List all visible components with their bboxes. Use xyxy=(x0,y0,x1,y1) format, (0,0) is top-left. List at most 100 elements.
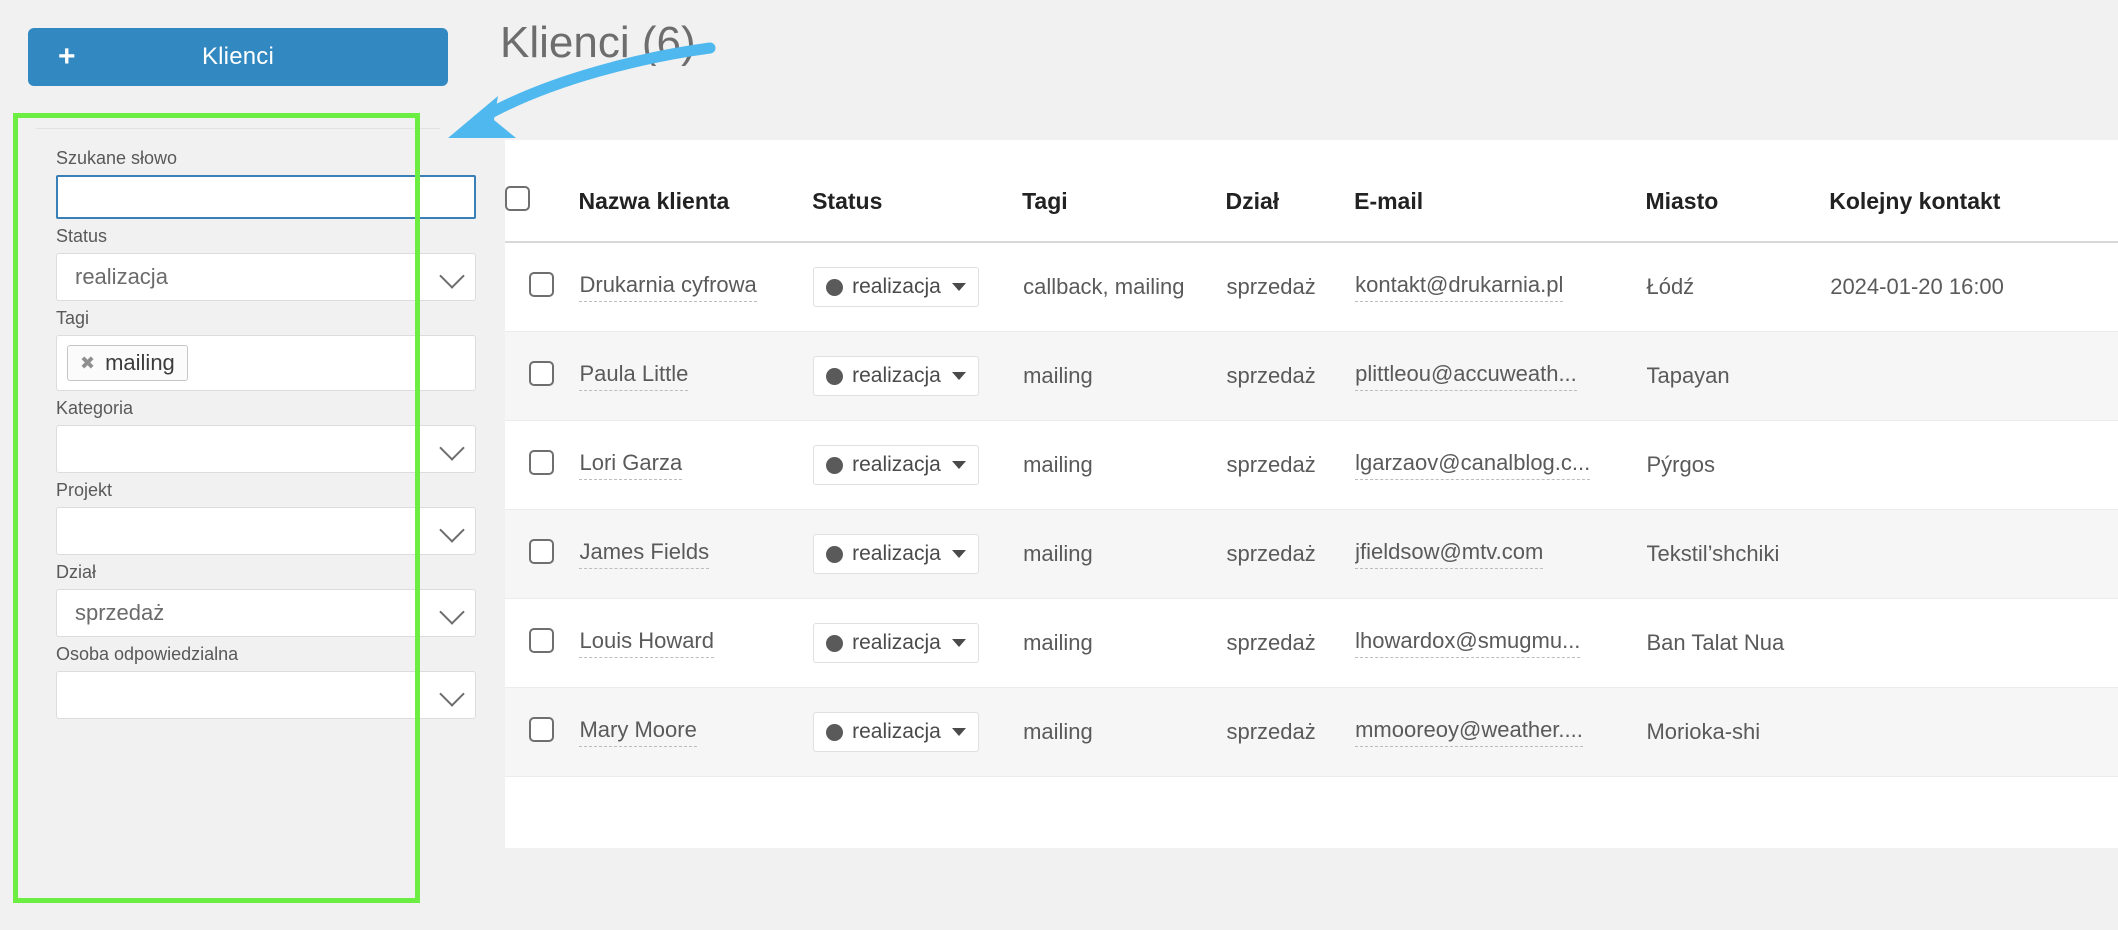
cell-next-contact xyxy=(1829,421,2118,510)
remove-tag-icon[interactable]: ✖ xyxy=(80,354,95,372)
tags-input[interactable]: ✖ mailing xyxy=(56,335,476,391)
category-select[interactable] xyxy=(56,425,476,473)
cell-status: realizacja xyxy=(812,332,1022,421)
status-dropdown[interactable]: realizacja xyxy=(813,445,979,485)
cell-tags: mailing xyxy=(1023,363,1093,388)
row-checkbox[interactable] xyxy=(529,538,554,564)
client-name-link[interactable]: Lori Garza xyxy=(579,450,683,480)
cell-department: sprzedaż xyxy=(1226,630,1316,655)
cell-next-contact xyxy=(1829,688,2118,777)
client-email-link[interactable]: jfieldsow@mtv.com xyxy=(1355,539,1544,569)
add-client-button[interactable]: + Klienci xyxy=(28,28,448,86)
table-row[interactable]: James Fields realizacja mailing sprzedaż jfi… xyxy=(505,509,2118,599)
cell-next-contact xyxy=(1829,599,2118,688)
chevron-down-icon xyxy=(439,517,465,543)
row-checkbox[interactable] xyxy=(529,716,554,742)
filters-sidebar: + Klienci Szukane słowo Status realizacj… xyxy=(28,28,476,721)
col-header-name[interactable]: Nazwa klienta xyxy=(578,140,812,242)
col-header-status[interactable]: Status xyxy=(812,140,1022,242)
row-checkbox[interactable] xyxy=(529,627,554,653)
client-email-link[interactable]: lgarzaov@canalblog.c... xyxy=(1355,450,1591,480)
responsible-person-select[interactable] xyxy=(56,671,476,719)
caret-down-icon xyxy=(951,550,966,558)
project-select[interactable] xyxy=(56,507,476,555)
cell-status: realizacja xyxy=(812,688,1022,777)
row-select-cell xyxy=(505,599,578,688)
col-header-next-contact[interactable]: Kolejny kontakt xyxy=(1829,140,2118,242)
cell-city: Tapayan xyxy=(1646,363,1730,388)
cell-tags: mailing xyxy=(1023,541,1093,566)
client-name-link[interactable]: Drukarnia cyfrowa xyxy=(579,272,757,302)
clients-table: Nazwa klienta Status Tagi Dział E-mail M… xyxy=(505,140,2118,777)
status-select[interactable]: realizacja xyxy=(56,253,476,301)
cell-name: Paula Little xyxy=(578,332,812,421)
status-dropdown[interactable]: realizacja xyxy=(813,534,979,574)
caret-down-icon xyxy=(951,372,966,380)
status-dropdown[interactable]: realizacja xyxy=(813,623,979,663)
table-row[interactable]: Lori Garza realizacja mailing sprzedaż lgarz… xyxy=(505,421,2118,510)
field-label-department: Dział xyxy=(56,562,97,582)
client-name-link[interactable]: Mary Moore xyxy=(579,717,697,747)
cell-status: realizacja xyxy=(812,510,1022,599)
cell-email: lgarzaov@canalblog.c... xyxy=(1354,421,1645,510)
cell-city: Morioka-shi xyxy=(1646,719,1761,744)
status-label: realizacja xyxy=(852,453,941,476)
cell-name: Drukarnia cyfrowa xyxy=(578,242,812,332)
cell-status: realizacja xyxy=(812,242,1022,332)
plus-icon: + xyxy=(58,40,76,73)
table-row[interactable]: Louis Howard realizacja mailing sprzedaż lho… xyxy=(505,599,2118,688)
status-dropdown[interactable]: realizacja xyxy=(813,712,979,752)
col-header-city[interactable]: Miasto xyxy=(1645,140,1829,242)
department-select[interactable]: sprzedaż xyxy=(56,589,476,637)
cell-email: mmooreoy@weather.... xyxy=(1354,688,1645,777)
status-dropdown[interactable]: realizacja xyxy=(813,267,979,307)
caret-down-icon xyxy=(951,639,966,647)
table-row[interactable]: Paula Little realizacja mailing sprzedaż pli… xyxy=(505,331,2118,421)
client-email-link[interactable]: mmooreoy@weather.... xyxy=(1355,717,1583,747)
row-checkbox[interactable] xyxy=(529,360,554,386)
row-checkbox[interactable] xyxy=(529,271,554,297)
cell-email: lhowardox@smugmu... xyxy=(1354,599,1645,688)
client-email-link[interactable]: plittleou@accuweath... xyxy=(1355,361,1577,391)
field-project: Projekt xyxy=(28,475,476,555)
search-word-input[interactable] xyxy=(56,175,476,219)
col-header-tags[interactable]: Tagi xyxy=(1022,140,1225,242)
cell-tags: mailing xyxy=(1023,452,1093,477)
field-label-project: Projekt xyxy=(56,480,113,500)
status-dropdown[interactable]: realizacja xyxy=(813,356,979,396)
row-select-cell xyxy=(505,421,578,510)
cell-tags: callback, mailing xyxy=(1023,274,1185,299)
cell-next-contact xyxy=(1829,332,2118,421)
select-all-checkbox[interactable] xyxy=(505,186,530,211)
col-header-department[interactable]: Dział xyxy=(1226,140,1355,242)
field-label-tags: Tagi xyxy=(56,308,90,328)
field-label-status: Status xyxy=(56,226,108,246)
status-label: realizacja xyxy=(852,275,941,298)
client-email-link[interactable]: kontakt@drukarnia.pl xyxy=(1355,272,1564,302)
cell-status: realizacja xyxy=(812,599,1022,688)
table-row[interactable]: Drukarnia cyfrowa realizacja callback, mai… xyxy=(505,242,2118,332)
caret-down-icon xyxy=(951,461,966,469)
row-select-cell xyxy=(505,688,578,777)
chevron-down-icon xyxy=(439,599,465,625)
cell-name: Louis Howard xyxy=(578,599,812,688)
client-name-link[interactable]: Louis Howard xyxy=(579,628,714,658)
clients-table-body: Drukarnia cyfrowa realizacja callback, mai… xyxy=(505,242,2118,777)
field-responsible-person: Osoba odpowiedzialna xyxy=(28,639,476,719)
cell-city: Pýrgos xyxy=(1646,452,1715,477)
status-label: realizacja xyxy=(852,720,941,743)
client-name-link[interactable]: James Fields xyxy=(579,539,710,569)
status-select-value: realizacja xyxy=(75,264,168,289)
field-department: Dział sprzedaż xyxy=(28,557,476,637)
tag-chip[interactable]: ✖ mailing xyxy=(67,345,188,381)
cell-name: James Fields xyxy=(578,510,812,599)
cell-tags: mailing xyxy=(1023,719,1093,744)
table-row[interactable]: Mary Moore realizacja mailing sprzedaż mmoor… xyxy=(505,687,2118,777)
client-name-link[interactable]: Paula Little xyxy=(579,361,689,391)
cell-department: sprzedaż xyxy=(1226,452,1316,477)
col-header-email[interactable]: E-mail xyxy=(1354,140,1645,242)
row-checkbox[interactable] xyxy=(529,449,554,475)
cell-next-contact xyxy=(1829,510,2118,599)
cell-next-contact: 2024-01-20 16:00 xyxy=(1830,274,2004,299)
client-email-link[interactable]: lhowardox@smugmu... xyxy=(1355,628,1581,658)
